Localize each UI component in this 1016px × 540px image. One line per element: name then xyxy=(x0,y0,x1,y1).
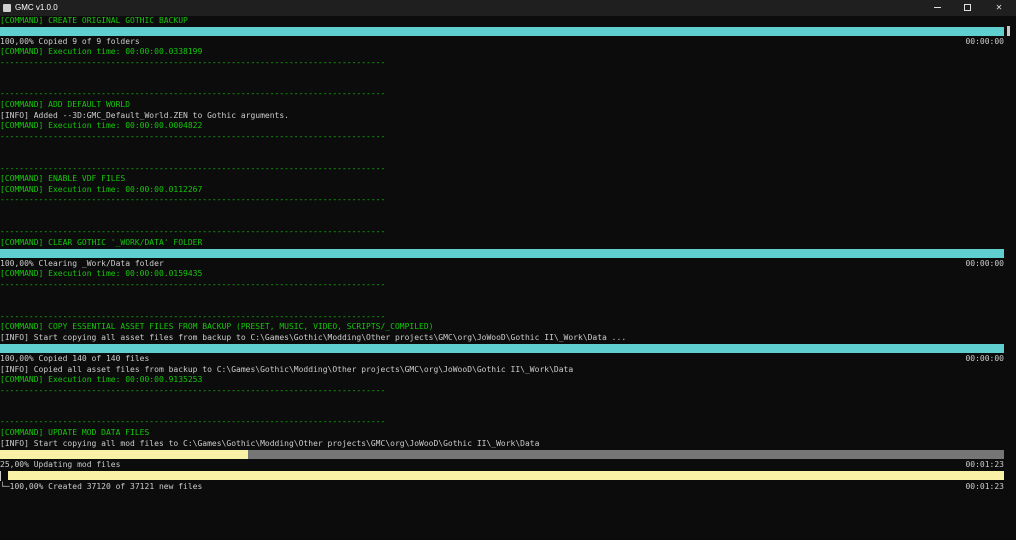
execution-time: [COMMAND] Execution time: 00:00:00.01122… xyxy=(0,185,203,194)
progress-time: 00:00:00 xyxy=(965,354,1004,363)
command-line: [COMMAND] CREATE ORIGINAL GOTHIC BACKUP xyxy=(0,16,188,25)
progress-text: 100,00% Clearing _Work/Data folder xyxy=(0,259,164,268)
scrollbar-thumb[interactable] xyxy=(1007,26,1010,36)
separator: ----------------------------------------… xyxy=(0,280,386,289)
separator: ----------------------------------------… xyxy=(0,227,386,236)
terminal-app-icon xyxy=(3,4,11,12)
info-line: [INFO] Start copying all mod files to C:… xyxy=(0,439,540,448)
execution-time: [COMMAND] Execution time: 00:00:00.91352… xyxy=(0,375,203,384)
info-line: [INFO] Start copying all asset files fro… xyxy=(0,333,627,342)
info-line: [INFO] Added --3D:GMC_Default_World.ZEN … xyxy=(0,111,289,120)
command-line: [COMMAND] ENABLE VDF FILES xyxy=(0,174,126,183)
command-line: [COMMAND] COPY ESSENTIAL ASSET FILES FRO… xyxy=(0,322,434,331)
separator: ----------------------------------------… xyxy=(0,386,386,395)
command-line: [COMMAND] CLEAR GOTHIC '_WORK/DATA' FOLD… xyxy=(0,238,203,247)
separator: ----------------------------------------… xyxy=(0,132,386,141)
subprogress-text: └─100,00% Created 37120 of 37121 new fil… xyxy=(0,482,202,493)
restore-icon[interactable] xyxy=(952,0,982,16)
separator: ----------------------------------------… xyxy=(0,312,386,321)
progress-bar-full xyxy=(0,344,1004,353)
subprogress-time: 00:01:23 xyxy=(965,482,1004,491)
execution-time: [COMMAND] Execution time: 00:00:00.03381… xyxy=(0,47,203,56)
execution-time: [COMMAND] Execution time: 00:00:00.00048… xyxy=(0,121,203,130)
title-bar: GMC v1.0.0 ✕ xyxy=(0,0,1016,16)
progress-time: 00:00:00 xyxy=(965,259,1004,268)
command-line: [COMMAND] ADD DEFAULT WORLD xyxy=(0,100,131,109)
separator: ----------------------------------------… xyxy=(0,58,386,67)
progress-bar-partial xyxy=(0,450,248,459)
minimize-icon[interactable] xyxy=(922,0,952,16)
progress-time: 00:00:00 xyxy=(965,37,1004,46)
execution-time: [COMMAND] Execution time: 00:00:00.01594… xyxy=(0,269,203,278)
progress-text: 100,00% Copied 9 of 9 folders xyxy=(0,37,140,46)
separator: ----------------------------------------… xyxy=(0,417,386,426)
tree-branch: └─ xyxy=(0,482,10,491)
separator: ----------------------------------------… xyxy=(0,89,386,98)
subprogress-label: 100,00% Created 37120 of 37121 new files xyxy=(9,482,203,491)
subprogress-bar-full xyxy=(8,471,1004,480)
progress-bar-full xyxy=(0,27,1004,36)
vertical-scrollbar[interactable] xyxy=(1005,16,1016,540)
progress-bar-full xyxy=(0,249,1004,258)
console-output[interactable]: [COMMAND] CREATE ORIGINAL GOTHIC BACKUP … xyxy=(0,16,1016,540)
info-line: [INFO] Copied all asset files from backu… xyxy=(0,365,574,374)
separator: ----------------------------------------… xyxy=(0,195,386,204)
close-icon[interactable]: ✕ xyxy=(984,0,1014,16)
progress-text: 100,00% Copied 140 of 140 files xyxy=(0,354,150,363)
progress-time: 00:01:23 xyxy=(965,460,1004,469)
progress-text: 25,00% Updating mod files xyxy=(0,460,121,469)
tree-connector xyxy=(0,471,7,481)
window-title: GMC v1.0.0 xyxy=(15,3,58,12)
command-line: [COMMAND] UPDATE MOD DATA FILES xyxy=(0,428,150,437)
separator: ----------------------------------------… xyxy=(0,164,386,173)
